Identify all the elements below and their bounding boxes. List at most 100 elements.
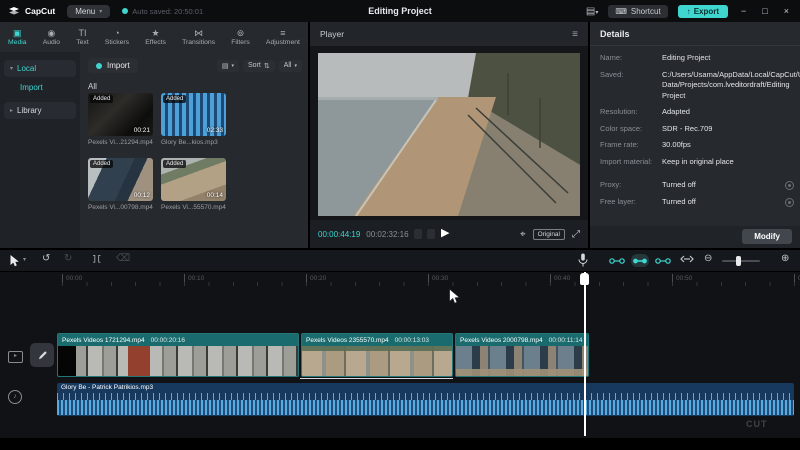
shortcut-button[interactable]: ⌨ Shortcut xyxy=(608,5,667,18)
detail-label: Saved: xyxy=(600,70,662,102)
chevron-down-icon: ▾ xyxy=(10,65,13,72)
letterbox-bar xyxy=(0,438,800,450)
tab-label: Effects xyxy=(145,39,166,46)
media-item-video-1[interactable]: Added 00:21 Pexels Vi...21294.mp4 xyxy=(88,93,153,146)
asset-tabstrip: ▣ Media ◉ Audio TI Text ◔ Stickers ★ Eff… xyxy=(0,22,308,52)
video-preview[interactable] xyxy=(318,53,580,216)
player-menu-icon[interactable]: ≡ xyxy=(572,29,578,40)
media-item-video-3[interactable]: Added 00:14 Pexels Vi...55570.mp4 xyxy=(161,158,226,211)
preview-axis-toggle[interactable] xyxy=(654,254,672,267)
import-dot-icon xyxy=(96,63,102,69)
ruler-minor-ticks xyxy=(62,282,800,286)
minimize-button[interactable]: − xyxy=(738,6,749,16)
split-icon[interactable]: ][ xyxy=(92,255,102,264)
modify-button[interactable]: Modify xyxy=(742,229,792,244)
media-item-audio[interactable]: Added 02:33 Glory Be...kios.mp3 xyxy=(161,93,226,146)
tab-transitions[interactable]: ⋈ Transitions xyxy=(182,22,215,52)
view-mode-button[interactable]: ▤ ▾ xyxy=(217,60,239,72)
playhead-line[interactable] xyxy=(584,272,586,436)
waveform xyxy=(57,400,794,415)
transitions-icon: ⋈ xyxy=(194,29,203,38)
detail-row-saved: Saved: C:/Users/Usama/AppData/Local/CapC… xyxy=(600,70,792,102)
zoom-in-icon[interactable]: ⊕ xyxy=(781,253,789,264)
select-tool-icon[interactable] xyxy=(9,254,20,270)
timeline-clip-video-1[interactable]: Pexels Videos 1721294.mp4 00:00:20:16 xyxy=(57,333,299,377)
quality-selector[interactable]: Original xyxy=(533,229,565,240)
delete-icon[interactable]: ⌫ xyxy=(116,253,130,264)
autosave-dot-icon xyxy=(122,8,128,14)
tab-label: Stickers xyxy=(105,39,129,46)
capcut-logo-icon xyxy=(8,5,21,17)
media-library-panel: ▣ Media ◉ Audio TI Text ◔ Stickers ★ Eff… xyxy=(0,22,308,248)
close-button[interactable]: × xyxy=(781,6,792,16)
sidebar-item-import[interactable]: Import xyxy=(4,79,76,96)
gear-icon[interactable] xyxy=(785,198,794,207)
audio-track-icon[interactable]: ♪ xyxy=(8,390,22,404)
tab-text[interactable]: TI Text xyxy=(76,22,88,52)
detail-label: Name: xyxy=(600,53,662,64)
record-voiceover-icon[interactable] xyxy=(578,253,588,270)
playhead-handle[interactable] xyxy=(580,273,589,285)
media-thumbnail-waveform: Added 02:33 xyxy=(161,93,226,136)
import-label: Import xyxy=(107,61,130,70)
detail-label: Proxy: xyxy=(600,180,662,191)
tab-effects[interactable]: ★ Effects xyxy=(145,22,166,52)
detail-row-freelayer: Free layer: Turned off xyxy=(600,197,792,208)
chevron-right-icon: ▸ xyxy=(10,107,13,114)
clip-header: Pexels Videos 1721294.mp4 00:00:20:16 xyxy=(58,334,298,346)
redo-icon[interactable]: ↻ xyxy=(64,253,72,264)
layout-icon[interactable]: ▤▾ xyxy=(586,6,598,17)
adapt-timeline-icon[interactable] xyxy=(680,254,694,267)
fullscreen-icon[interactable]: ⤢ xyxy=(572,229,580,240)
titlebar: CapCut Menu ▾ Auto saved: 20:50:01 Editi… xyxy=(0,0,800,22)
detail-label: Frame rate: xyxy=(600,140,662,151)
adjustment-icon: ≡ xyxy=(280,29,285,38)
detail-value: Editing Project xyxy=(662,53,786,64)
next-frame-icon[interactable] xyxy=(427,229,435,239)
timeline-clip-video-3[interactable]: Pexels Videos 2000798.mp4 00:00:11:14 xyxy=(455,333,589,377)
tab-adjustment[interactable]: ≡ Adjustment xyxy=(266,22,300,52)
menu-button[interactable]: Menu ▾ xyxy=(67,5,110,18)
link-toggle[interactable] xyxy=(631,254,649,267)
detail-label: Import material: xyxy=(600,157,662,168)
detail-label: Color space: xyxy=(600,124,662,135)
snapshot-icon[interactable]: ⌖ xyxy=(520,229,526,240)
sidebar-label: Local xyxy=(17,64,36,73)
media-item-video-2[interactable]: Added 00:12 Pexels Vi...00798.mp4 xyxy=(88,158,153,211)
tab-audio[interactable]: ◉ Audio xyxy=(43,22,60,52)
select-tool-chevron-icon[interactable]: ▾ xyxy=(23,256,26,263)
detail-row-name: Name: Editing Project xyxy=(600,53,792,64)
prev-frame-icon[interactable] xyxy=(414,229,422,239)
undo-icon[interactable]: ↺ xyxy=(42,253,50,264)
maximize-button[interactable]: □ xyxy=(759,6,770,16)
sidebar-item-local[interactable]: ▾ Local xyxy=(4,60,76,77)
timeline-panel: ▾ ↺ ↻ ][ ⌫ ⊖ ⊕ 00:00 00:10 00:20 00:30 0… xyxy=(0,250,800,438)
added-badge: Added xyxy=(163,95,186,103)
detail-label: Free layer: xyxy=(600,197,662,208)
magnetic-snap-toggle[interactable] xyxy=(608,254,626,267)
tab-stickers[interactable]: ◔ Stickers xyxy=(105,22,129,52)
zoom-out-icon[interactable]: ⊖ xyxy=(704,253,712,264)
media-thumbnail: Added 00:12 xyxy=(88,158,153,201)
gear-icon[interactable] xyxy=(785,181,794,190)
player-controls: 00:00:44:19 00:02:32:16 ▶ ⌖ Original ⤢ xyxy=(310,220,588,248)
import-button[interactable]: Import xyxy=(88,58,138,73)
sort-button[interactable]: Sort ⇅ xyxy=(243,60,275,72)
filter-button[interactable]: All ▾ xyxy=(279,60,302,72)
timeline-clip-audio[interactable]: Glory Be - Patrick Patrikios.mp3 xyxy=(57,383,794,416)
timeline-zoom-slider[interactable] xyxy=(722,260,760,262)
clip-header: Pexels Videos 2355570.mp4 00:00:13:03 xyxy=(302,334,452,346)
cover-edit-button[interactable] xyxy=(30,343,54,367)
export-button[interactable]: ↑ Export xyxy=(678,5,728,18)
filters-icon: ⊚ xyxy=(237,29,245,38)
sidebar-item-library[interactable]: ▸ Library xyxy=(4,102,76,119)
detail-value: Keep in original place xyxy=(662,157,786,168)
funnel-icon: ▾ xyxy=(294,63,297,69)
zoom-slider-knob[interactable] xyxy=(736,256,741,266)
play-button[interactable]: ▶ xyxy=(441,226,449,239)
timeline-clip-video-2[interactable]: Pexels Videos 2355570.mp4 00:00:13:03 xyxy=(301,333,453,377)
tab-filters[interactable]: ⊚ Filters xyxy=(231,22,250,52)
tab-media[interactable]: ▣ Media xyxy=(8,22,27,52)
video-track-icon[interactable]: ▸ xyxy=(8,351,23,363)
section-label: All xyxy=(88,82,97,91)
